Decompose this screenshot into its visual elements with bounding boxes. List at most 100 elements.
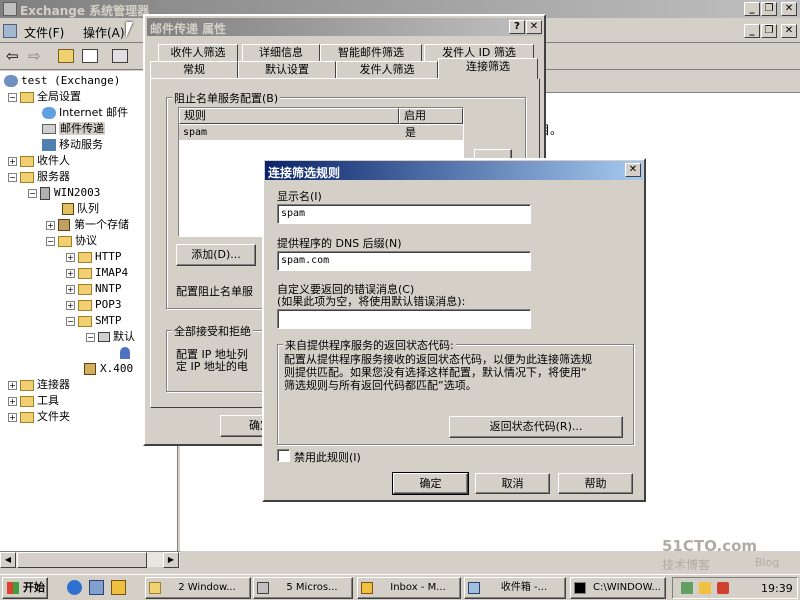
forward-icon[interactable]: ⇨ — [28, 47, 41, 65]
tab-details[interactable]: 详细信息 — [242, 44, 320, 62]
col-header-enabled[interactable]: 启用 — [399, 108, 463, 124]
tray-shield-icon[interactable] — [717, 582, 729, 594]
collapse-icon[interactable]: − — [28, 188, 37, 198]
properties-close-button[interactable]: ✕ — [526, 20, 542, 34]
return-code-button[interactable]: 返回状态代码(R)... — [449, 416, 623, 438]
tree-item-global-settings[interactable]: − 全局设置 — [8, 89, 81, 105]
task-cmd[interactable]: C:\WINDOW... — [570, 577, 666, 599]
exchange-org-icon — [4, 75, 18, 87]
explorer-quicklaunch-icon[interactable] — [89, 580, 104, 595]
tree-item-win2003[interactable]: − WIN2003 — [28, 185, 100, 201]
child-restore-button[interactable]: ❐ — [761, 24, 777, 38]
rule-ok-button[interactable]: 确定 — [392, 472, 469, 495]
expand-icon[interactable]: + — [66, 252, 75, 262]
rule-cancel-button[interactable]: 取消 — [475, 473, 550, 494]
tree-root[interactable]: test (Exchange) — [4, 73, 120, 89]
collapse-icon[interactable]: − — [8, 92, 17, 102]
tree-item-connectors[interactable]: + 连接器 — [8, 377, 70, 393]
rules-row[interactable]: spam 是 — [179, 125, 463, 140]
x400-icon — [84, 363, 96, 375]
up-folder-icon[interactable] — [58, 49, 74, 63]
collapse-icon[interactable]: − — [46, 236, 55, 246]
tab-defaults[interactable]: 默认设置 — [238, 61, 336, 79]
tab-recipient-filter[interactable]: 收件人筛选 — [158, 44, 238, 62]
rule-title-bar[interactable]: 连接筛选规则 ✕ — [265, 161, 643, 180]
add-button[interactable]: 添加(D)... — [176, 244, 256, 266]
task-microsoft-group[interactable]: 5 Micros... — [253, 577, 353, 599]
expand-icon[interactable]: + — [8, 412, 17, 422]
properties-icon[interactable] — [112, 49, 128, 63]
task-inbox-cn[interactable]: 收件箱 -... — [464, 577, 566, 599]
tree-item-imap4[interactable]: + IMAP4 — [66, 265, 128, 281]
tree-item-mobile-services[interactable]: 移动服务 — [42, 137, 103, 153]
expand-icon[interactable]: + — [66, 284, 75, 294]
tree-item-session-user[interactable] — [120, 345, 130, 361]
tree-item-queues[interactable]: 队列 — [62, 201, 99, 217]
tree-item-first-storage[interactable]: + 第一个存储 — [46, 217, 129, 233]
tree-item-message-delivery[interactable]: 邮件传递 — [42, 121, 105, 137]
expand-icon[interactable]: + — [8, 396, 17, 406]
tab-connection-filter[interactable]: 连接筛选 — [438, 58, 538, 79]
menu-file[interactable]: 文件(F) — [24, 24, 64, 41]
collapse-icon[interactable]: − — [66, 316, 75, 326]
horizontal-scrollbar[interactable]: ◀ ▶ — [0, 551, 180, 568]
expand-icon[interactable]: + — [8, 380, 17, 390]
display-name-input[interactable]: spam — [277, 204, 531, 224]
folder-icon — [20, 379, 34, 391]
expand-icon[interactable]: + — [46, 220, 55, 230]
close-button[interactable]: ✕ — [781, 2, 797, 16]
tree-item-default-smtp[interactable]: − 默认 — [86, 329, 135, 345]
dns-suffix-label: 提供程序的 DNS 后缀(N) — [277, 237, 402, 250]
rule-name: spam — [183, 127, 208, 138]
col-header-rule[interactable]: 规则 — [179, 108, 399, 124]
scroll-right-arrow[interactable]: ▶ — [163, 552, 179, 568]
tree-item-http[interactable]: + HTTP — [66, 249, 122, 265]
tree-item-smtp[interactable]: − SMTP — [66, 313, 122, 329]
task-inbox[interactable]: Inbox - M... — [357, 577, 461, 599]
folder-icon — [78, 315, 92, 327]
collapse-icon[interactable]: − — [8, 172, 17, 182]
back-icon[interactable]: ⇦ — [6, 47, 19, 65]
tray-network-icon[interactable] — [681, 582, 693, 594]
tree-item-servers[interactable]: − 服务器 — [8, 169, 70, 185]
tab-sender-filter[interactable]: 发件人筛选 — [336, 61, 438, 79]
tree-item-nntp[interactable]: + NNTP — [66, 281, 122, 297]
collapse-icon[interactable]: − — [86, 332, 95, 342]
scroll-thumb[interactable] — [17, 552, 147, 568]
tree-item-internet-mail[interactable]: Internet 邮件 — [42, 105, 128, 121]
tray-clock[interactable]: 19:39 — [761, 582, 793, 595]
expand-icon[interactable]: + — [8, 156, 17, 166]
disable-rule-checkbox[interactable] — [277, 449, 290, 462]
folder-icon — [78, 267, 92, 279]
child-minimize-button[interactable]: _ — [744, 24, 760, 38]
expand-icon[interactable]: + — [66, 268, 75, 278]
maximize-button[interactable]: ❐ — [761, 2, 777, 16]
outlook-quicklaunch-icon[interactable] — [111, 580, 126, 595]
tree-item-x400[interactable]: X.400 — [84, 361, 133, 377]
tray-app-icon[interactable] — [699, 582, 711, 594]
dns-suffix-input[interactable]: spam.com — [277, 251, 531, 271]
task-windows-group[interactable]: 2 Window... — [145, 577, 251, 599]
menu-action[interactable]: 操作(A) — [83, 24, 125, 41]
child-close-button[interactable]: ✕ — [781, 24, 797, 38]
scroll-left-arrow[interactable]: ◀ — [0, 552, 16, 568]
custom-error-input[interactable] — [277, 309, 531, 329]
tab-general[interactable]: 常规 — [150, 61, 238, 79]
folder-icon — [20, 411, 34, 423]
tree-item-folders[interactable]: + 文件夹 — [8, 409, 70, 425]
tree-item-pop3[interactable]: + POP3 — [66, 297, 122, 313]
tab-intelligent-filter[interactable]: 智能邮件筛选 — [320, 44, 422, 62]
ie-quicklaunch-icon[interactable] — [67, 580, 82, 595]
properties-title-bar[interactable]: 邮件传递 属性 ? ✕ — [147, 18, 542, 36]
show-tree-icon[interactable] — [82, 49, 98, 63]
start-button[interactable]: 开始 — [2, 577, 48, 599]
tree-item-protocols[interactable]: − 协议 — [46, 233, 97, 249]
tree-item-recipients[interactable]: + 收件人 — [8, 153, 70, 169]
rule-close-button[interactable]: ✕ — [625, 163, 641, 177]
tree-item-tools[interactable]: + 工具 — [8, 393, 59, 409]
rule-help-button[interactable]: 帮助 — [558, 473, 633, 494]
expand-icon[interactable]: + — [66, 300, 75, 310]
folder-icon — [20, 171, 34, 183]
minimize-button[interactable]: _ — [744, 2, 760, 16]
help-caption-button[interactable]: ? — [509, 20, 525, 34]
